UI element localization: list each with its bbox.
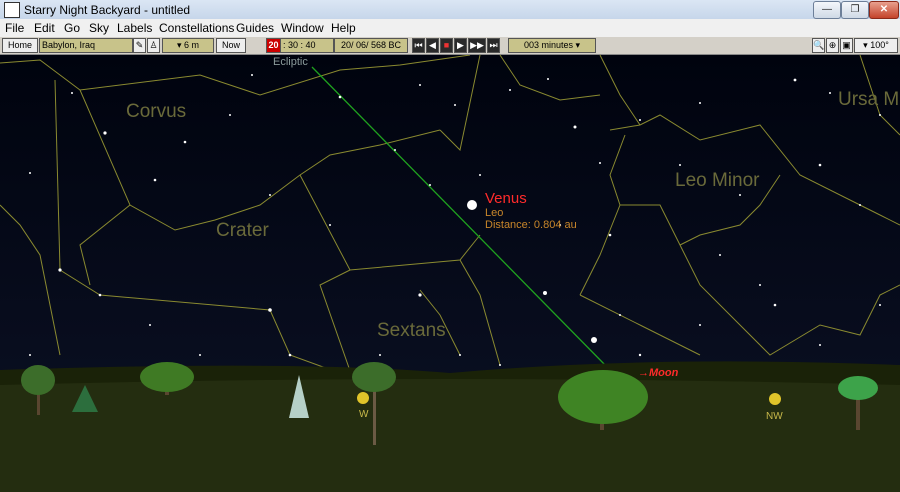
time-hour-field[interactable]: 20	[266, 38, 281, 53]
leo-minor-label: Leo Minor	[675, 170, 760, 191]
step-back-icon[interactable]: ◀	[426, 38, 439, 53]
compass-nw-icon[interactable]	[769, 393, 781, 405]
menu-constellations[interactable]: Constellations	[159, 21, 234, 35]
home-button[interactable]: Home	[2, 38, 38, 53]
menu-bar: File Edit Go Sky Labels Constellations G…	[0, 19, 900, 38]
compass-w-label: W	[359, 409, 369, 420]
menu-sky[interactable]: Sky	[89, 21, 109, 35]
venus-marker[interactable]	[467, 200, 477, 210]
step-forward-icon[interactable]: ▶▶	[468, 38, 486, 53]
sky-view[interactable]: Corvus Crater Sextans Leo Minor Ursa M E…	[0, 55, 900, 492]
window-titlebar[interactable]: Starry Night Backyard - untitled — ❐ ✕	[0, 0, 900, 20]
venus-distance: Distance: 0.804 au	[485, 219, 577, 231]
time-field[interactable]: : 30 : 40	[280, 38, 334, 53]
close-button[interactable]: ✕	[869, 1, 899, 19]
pencil-icon[interactable]: ✎	[133, 38, 146, 53]
moon-label[interactable]: →Moon	[638, 367, 678, 379]
fast-forward-icon[interactable]: ⏭	[487, 38, 500, 53]
time-step-dropdown[interactable]: 003 minutes ▾	[508, 38, 596, 53]
person-icon[interactable]: ♙	[147, 38, 160, 53]
menu-file[interactable]: File	[5, 21, 24, 35]
venus-constellation: Leo	[485, 207, 504, 219]
menu-go[interactable]: Go	[64, 21, 80, 35]
window-title: Starry Night Backyard - untitled	[24, 3, 191, 17]
menu-help[interactable]: Help	[331, 21, 356, 35]
menu-guides[interactable]: Guides	[236, 21, 274, 35]
date-field[interactable]: 20/ 06/ 568 BC	[334, 38, 408, 53]
now-button[interactable]: Now	[216, 38, 246, 53]
zoom-in-icon[interactable]: ⊕	[826, 38, 839, 53]
menu-labels[interactable]: Labels	[117, 21, 152, 35]
menu-edit[interactable]: Edit	[34, 21, 55, 35]
play-icon[interactable]: ▶	[454, 38, 467, 53]
stop-icon[interactable]: ■	[440, 38, 453, 53]
zoom-out-icon[interactable]: 🔍	[812, 38, 825, 53]
elevation-field[interactable]: ▾ 6 m	[162, 38, 214, 53]
compass-w-icon[interactable]	[357, 392, 369, 404]
fov-dropdown[interactable]: ▾ 100°	[854, 38, 898, 53]
sextans-label: Sextans	[377, 320, 446, 341]
minimize-button[interactable]: —	[813, 1, 841, 19]
corvus-label: Corvus	[126, 101, 187, 122]
app-icon	[4, 2, 20, 18]
crater-label: Crater	[216, 220, 269, 241]
ground-hill	[0, 379, 900, 492]
toolbar: Home Babylon, Iraq ✎ ♙ ▾ 6 m Now 20 : 30…	[0, 37, 900, 55]
ursa-major-label: Ursa M	[838, 89, 900, 110]
compass-nw-label: NW	[766, 411, 783, 422]
location-field[interactable]: Babylon, Iraq	[39, 38, 133, 53]
menu-window[interactable]: Window	[281, 21, 324, 35]
maximize-button[interactable]: ❐	[841, 1, 869, 19]
skip-back-icon[interactable]: ⏮	[412, 38, 425, 53]
moon-marker[interactable]	[591, 337, 597, 343]
zoom-reset-icon[interactable]: ▣	[840, 38, 853, 53]
ecliptic-label: Ecliptic	[273, 56, 308, 68]
venus-label[interactable]: Venus	[485, 190, 527, 207]
